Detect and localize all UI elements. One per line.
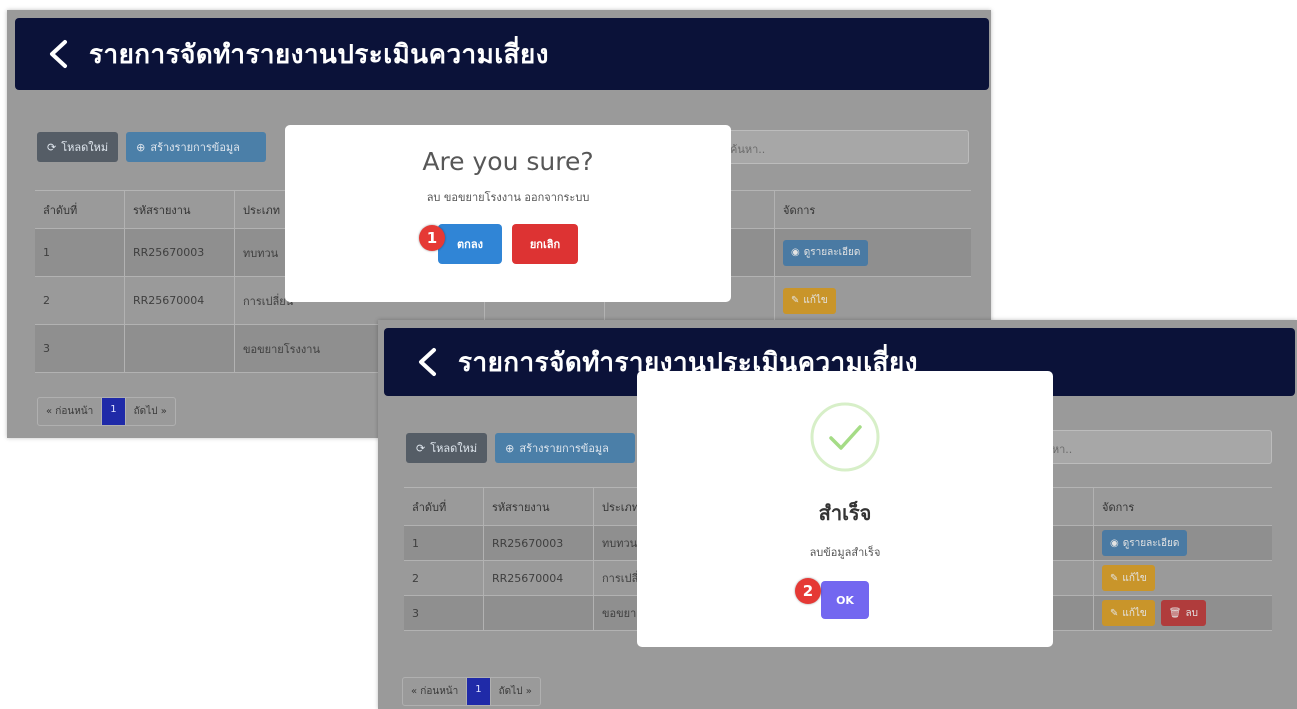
edit-button[interactable]: ✎ แก้ไข [783, 287, 836, 314]
cancel-button[interactable]: ยกเลิก [512, 224, 578, 264]
step-badge: 2 [795, 578, 821, 604]
success-dialog: สำเร็จ ลบข้อมูลสำเร็จ OK [637, 371, 1053, 647]
chevron-left-icon[interactable] [410, 345, 444, 379]
view-details-button[interactable]: ◉ ดูรายละเอียด [783, 239, 869, 266]
table-cell [484, 596, 594, 630]
table-header-cell: ลำดับที่ [404, 488, 484, 525]
chevron-left-icon[interactable] [41, 37, 75, 71]
page-header: รายการจัดทำรายงานประเมินความเสี่ยง [15, 18, 989, 90]
table-header-cell: รหัสรายงาน [484, 488, 594, 525]
success-dialog-title: สำเร็จ [818, 501, 872, 525]
table-cell [125, 325, 235, 372]
confirm-dialog: Are you sure? ลบ ขอขยายโรงงาน ออกจากระบบ… [285, 125, 731, 302]
prev-page-link[interactable]: « ก่อนหน้า [38, 398, 103, 425]
create-button[interactable]: ⊕ สร้างรายการข้อมูล [126, 132, 267, 162]
actions-cell: ◉ ดูรายละเอียด [1094, 526, 1272, 560]
actions-cell: ✎ แก้ไข 🗑 ลบ [1094, 596, 1272, 630]
actions-cell: ✎ แก้ไข [1094, 561, 1272, 595]
table-header-cell: ลำดับที่ [35, 191, 125, 228]
pagination: « ก่อนหน้า 1 ถัดไป » [37, 397, 176, 426]
refresh-icon: ⟳ [47, 140, 57, 154]
edit-label: แก้ไข [1122, 607, 1147, 619]
edit-button[interactable]: ✎ แก้ไข [1102, 600, 1155, 626]
table-header-cell: จัดการ [783, 203, 816, 217]
confirm-dialog-title: Are you sure? [422, 147, 594, 176]
edit-label: แก้ไข [1122, 572, 1147, 584]
table-cell: 2 [35, 277, 125, 324]
trash-icon: 🗑 [1168, 607, 1182, 619]
reload-label: โหลดใหม่ [61, 141, 109, 154]
search-input[interactable]: ค้นหา.. [1026, 430, 1272, 464]
eye-icon: ◉ [1110, 537, 1119, 549]
prev-page-link[interactable]: « ก่อนหน้า [403, 678, 468, 705]
actions-cell: ✎ แก้ไข [775, 277, 971, 324]
table-cell: RR25670004 [484, 561, 594, 595]
current-page[interactable]: 1 [467, 678, 491, 705]
reload-label: โหลดใหม่ [430, 442, 478, 455]
confirm-dialog-text: ลบ ขอขยายโรงงาน ออกจากระบบ [426, 191, 590, 204]
table-cell: RR25670004 [125, 277, 235, 324]
page-title: รายการจัดทำรายงานประเมินความเสี่ยง [89, 39, 549, 70]
success-dialog-text: ลบข้อมูลสำเร็จ [809, 546, 881, 559]
current-page[interactable]: 1 [102, 398, 126, 425]
table-cell: 3 [35, 325, 125, 372]
pagination: « ก่อนหน้า 1 ถัดไป » [402, 677, 541, 706]
toolbar: ⟳ โหลดใหม่ ⊕ สร้างรายการข้อมูล [37, 132, 267, 162]
reload-button[interactable]: ⟳ โหลดใหม่ [406, 433, 488, 463]
view-details-label: ดูรายละเอียด [803, 247, 861, 258]
eye-icon: ◉ [791, 247, 800, 258]
table-header-cell: รหัสรายงาน [125, 191, 235, 228]
ok-button[interactable]: OK [821, 581, 869, 619]
view-details-label: ดูรายละเอียด [1122, 537, 1180, 549]
edit-button[interactable]: ✎ แก้ไข [1102, 565, 1155, 591]
create-label: สร้างรายการข้อมูล [519, 442, 609, 455]
reload-button[interactable]: ⟳ โหลดใหม่ [37, 132, 119, 162]
next-page-link[interactable]: ถัดไป » [491, 678, 540, 705]
confirm-button[interactable]: ตกลง [438, 224, 502, 264]
step-badge: 1 [419, 225, 445, 251]
next-page-link[interactable]: ถัดไป » [126, 398, 175, 425]
check-icon [809, 401, 881, 473]
plus-circle-icon: ⊕ [136, 140, 146, 154]
table-cell: 2 [404, 561, 484, 595]
table-cell: 1 [35, 229, 125, 276]
actions-cell: ◉ ดูรายละเอียด [775, 229, 971, 276]
table-cell: 3 [404, 596, 484, 630]
table-cell: RR25670003 [125, 229, 235, 276]
table-header-cell: จัดการ [1102, 500, 1135, 514]
edit-icon: ✎ [791, 295, 800, 306]
edit-label: แก้ไข [803, 295, 828, 306]
delete-button[interactable]: 🗑 ลบ [1160, 600, 1206, 626]
create-button[interactable]: ⊕ สร้างรายการข้อมูล [495, 433, 636, 463]
view-details-button[interactable]: ◉ ดูรายละเอียด [1102, 530, 1188, 556]
table-cell: 1 [404, 526, 484, 560]
edit-icon: ✎ [1110, 572, 1119, 584]
delete-label: ลบ [1185, 607, 1198, 619]
table-cell: RR25670003 [484, 526, 594, 560]
refresh-icon: ⟳ [416, 441, 426, 455]
confirm-dialog-actions: ตกลง ยกเลิก [438, 224, 578, 264]
plus-circle-icon: ⊕ [505, 441, 515, 455]
edit-icon: ✎ [1110, 607, 1119, 619]
toolbar: ⟳ โหลดใหม่ ⊕ สร้างรายการข้อมูล [406, 433, 636, 463]
search-input[interactable]: ค้นหา.. [719, 130, 969, 164]
create-label: สร้างรายการข้อมูล [150, 141, 240, 154]
